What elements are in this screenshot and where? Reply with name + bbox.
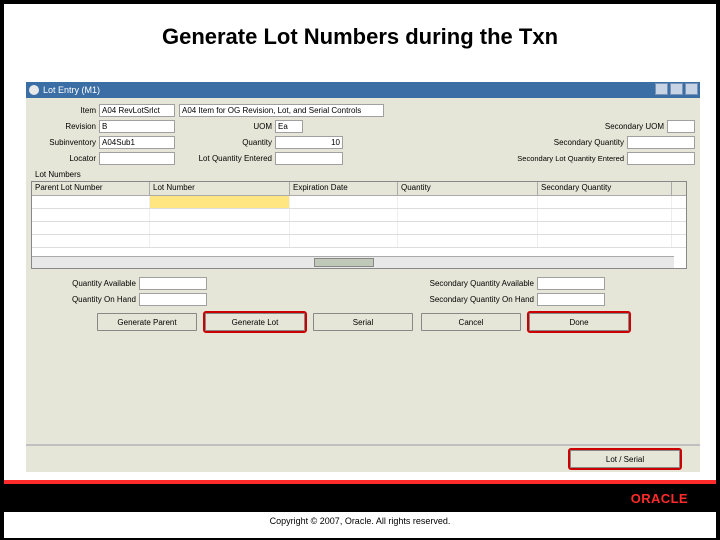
uom-field[interactable]: Ea (275, 120, 303, 133)
sec-qty-field[interactable] (627, 136, 695, 149)
lot-numbers-header: Lot Numbers (35, 170, 695, 179)
item-label: Item (31, 106, 99, 115)
col-quantity[interactable]: Quantity (398, 182, 538, 195)
table-row[interactable] (32, 196, 686, 209)
sec-qty-onhand-label: Secondary Quantity On Hand (377, 295, 537, 304)
lot-grid: Parent Lot Number Lot Number Expiration … (31, 181, 687, 269)
grid-scrollbar[interactable] (32, 256, 674, 268)
item-field[interactable]: A04 RevLotSrlct (99, 104, 175, 117)
done-button[interactable]: Done (529, 313, 629, 331)
lot-entry-window: Lot Entry (M1) Item A04 RevLotSrlct A04 … (26, 82, 700, 472)
minimize-icon[interactable] (655, 83, 668, 95)
qty-onhand-field (139, 293, 207, 306)
sec-qty-avail-field (537, 277, 605, 290)
lower-toolbar: Lot / Serial (26, 444, 700, 472)
generate-lot-button[interactable]: Generate Lot (205, 313, 305, 331)
col-exp-date[interactable]: Expiration Date (290, 182, 398, 195)
sec-qty-label: Secondary Quantity (497, 138, 627, 147)
serial-button[interactable]: Serial (313, 313, 413, 331)
cancel-button[interactable]: Cancel (421, 313, 521, 331)
maximize-icon[interactable] (670, 83, 683, 95)
oracle-logo: ORACLE (631, 491, 688, 506)
item-desc-field: A04 Item for OG Revision, Lot, and Seria… (179, 104, 384, 117)
slide-footer: ORACLE Copyright © 2007, Oracle. All rig… (4, 480, 716, 532)
qty-avail-label: Quantity Available (31, 279, 139, 288)
table-row[interactable] (32, 222, 686, 235)
lot-qty-entered-field (275, 152, 343, 165)
col-parent-lot[interactable]: Parent Lot Number (32, 182, 150, 195)
revision-field[interactable]: B (99, 120, 175, 133)
window-titlebar: Lot Entry (M1) (26, 82, 700, 98)
form-body: Item A04 RevLotSrlct A04 Item for OG Rev… (26, 98, 700, 472)
table-row[interactable] (32, 209, 686, 222)
revision-label: Revision (31, 122, 99, 131)
sub-label: Subinventory (31, 138, 99, 147)
copyright: Copyright © 2007, Oracle. All rights res… (4, 512, 716, 526)
qty-field[interactable]: 10 (275, 136, 343, 149)
qty-label: Quantity (179, 138, 275, 147)
sec-uom-field[interactable] (667, 120, 695, 133)
quantity-summary: Quantity Available Secondary Quantity Av… (31, 275, 695, 307)
col-sec-quantity[interactable]: Secondary Quantity (538, 182, 672, 195)
sub-field[interactable]: A04Sub1 (99, 136, 175, 149)
window-icon (29, 85, 39, 95)
sec-qty-onhand-field (537, 293, 605, 306)
sec-uom-label: Secondary UOM (537, 122, 667, 131)
uom-label: UOM (179, 122, 275, 131)
locator-field[interactable] (99, 152, 175, 165)
lot-serial-button[interactable]: Lot / Serial (570, 450, 680, 468)
close-icon[interactable] (685, 83, 698, 95)
sec-lot-qty-entered-label: Secondary Lot Quantity Entered (467, 154, 627, 163)
table-row[interactable] (32, 235, 686, 248)
generate-parent-button[interactable]: Generate Parent (97, 313, 197, 331)
sec-qty-avail-label: Secondary Quantity Available (377, 279, 537, 288)
slide-title: Generate Lot Numbers during the Txn (4, 24, 716, 50)
sec-lot-qty-entered-field (627, 152, 695, 165)
col-lot-number[interactable]: Lot Number (150, 182, 290, 195)
locator-label: Locator (31, 154, 99, 163)
window-title: Lot Entry (M1) (43, 85, 100, 95)
lot-qty-entered-label: Lot Quantity Entered (179, 154, 275, 163)
qty-avail-field (139, 277, 207, 290)
qty-onhand-label: Quantity On Hand (31, 295, 139, 304)
